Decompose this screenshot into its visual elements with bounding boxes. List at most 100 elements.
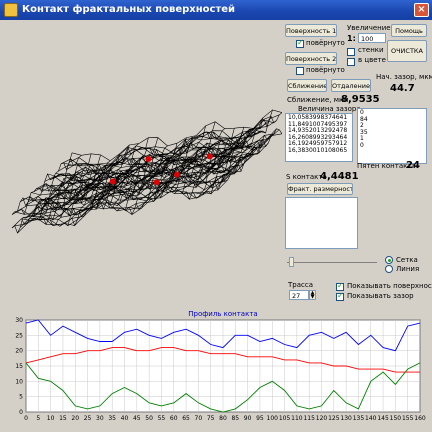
x-tick-label: 160 [414,415,426,422]
list-item: 84 [360,115,368,123]
zoom-prefix: 1: [347,34,356,43]
x-tick-label: 60 [170,415,178,422]
chart-svg: Профиль контакта0 5 10 15 20 25 30 35 40 45 50 55 60… [15,310,426,422]
x-tick-label: 55 [158,415,166,422]
x-tick-label: 65 [182,415,190,422]
y-tick-label: 0 [19,409,23,416]
x-tick-label: 115 [303,415,315,422]
show-gap-checkbox[interactable] [336,291,344,301]
x-tick-label: 135 [353,415,365,422]
title-bar: Контакт фрактальных поверхностей × [0,0,432,20]
mesh-line [107,145,168,206]
x-tick-label: 80 [219,415,227,422]
list-item: 0 [360,141,364,149]
clear-button[interactable]: ОЧИСТКА [387,40,427,62]
fractal-dimension-button[interactable]: Фракт. размерность [287,183,353,195]
x-tick-label: 110 [291,415,303,422]
x-tick-label: 125 [328,415,340,422]
x-tick-label: 70 [195,415,203,422]
line-radio[interactable] [385,265,393,273]
x-tick-label: 35 [108,415,116,422]
close-button[interactable]: × [414,3,429,17]
y-tick-label: 20 [15,348,23,355]
walls-checkbox[interactable] [347,48,355,56]
show-surfaces-label: Показывать поверхности [347,282,432,290]
x-tick-label: 20 [71,415,79,422]
x-tick-label: 85 [231,415,239,422]
surface1-rotated-label: повёрнуто [306,39,345,47]
zoom-input[interactable]: 100 [358,33,386,43]
s-contact-value: 4,4481 [320,171,359,182]
color-checkbox[interactable] [347,58,355,66]
line-radio-label: Линия [396,265,420,273]
grid-radio[interactable] [385,256,393,264]
gap-header: Величина зазора [298,105,361,113]
x-tick-label: 15 [59,415,67,422]
show-gap-label: Показывать зазор [347,292,414,300]
x-tick-label: 5 [36,415,40,422]
contact-spot [109,178,116,185]
x-tick-label: 75 [207,415,215,422]
trace-spinner[interactable]: ▲ ▼ [309,290,316,300]
spots-listbox[interactable]: 0 84 2 35 1 0 [357,108,427,164]
walls-label: стенки [358,46,384,54]
surface1-button[interactable]: Поверхность 1 [285,24,337,37]
approach-button[interactable]: Сближение [287,79,327,92]
mesh-line [17,179,228,234]
x-tick-label: 95 [256,415,264,422]
initial-gap-value: 44.7 [390,83,415,94]
window-title: Контакт фрактальных поверхностей [22,4,236,15]
list-item: 1 [360,135,364,143]
x-tick-label: 45 [133,415,141,422]
app-icon [4,3,18,17]
list-item: 2 [360,122,364,130]
x-tick-label: 10 [47,415,55,422]
surface2-rotated-checkbox[interactable] [296,67,304,75]
list-item: 35 [360,128,368,136]
spots-count: 24 [406,160,420,171]
trace-input[interactable]: 27 [289,290,309,300]
chart-title: Профиль контакта [188,310,257,318]
slider-track[interactable] [287,262,377,263]
surface-mesh [11,109,283,234]
show-surfaces-checkbox[interactable] [336,281,344,291]
trace-label: Трасса [288,281,313,289]
y-tick-label: 10 [15,378,23,385]
x-tick-label: 155 [402,415,414,422]
initial-gap-label: Нач. зазор, мкм [376,73,432,81]
y-tick-label: 15 [15,363,23,370]
x-tick-label: 130 [340,415,352,422]
list-item: 16,3830010108065 [288,146,348,154]
fractal-output-box[interactable] [285,197,358,249]
contact-spot [206,153,213,160]
surface-3d-view[interactable] [2,22,283,302]
x-tick-label: 0 [24,415,28,422]
x-tick-label: 140 [365,415,377,422]
approach-label: Сближение, мкм [287,96,349,104]
x-tick-label: 50 [145,415,153,422]
x-tick-label: 30 [96,415,104,422]
y-tick-label: 30 [15,317,23,324]
contact-spot [145,156,152,163]
zoom-label: Увеличение [347,24,391,32]
contact-spot [153,179,160,186]
help-button[interactable]: Помощь [391,24,427,37]
slider-thumb[interactable] [289,257,294,267]
y-tick-label: 25 [15,332,23,339]
x-tick-label: 150 [390,415,402,422]
y-tick-label: 5 [19,394,23,401]
x-tick-label: 145 [377,415,389,422]
color-label: в цвете [358,56,386,64]
x-tick-label: 105 [279,415,291,422]
x-tick-label: 40 [121,415,129,422]
surface2-rotated-label: повёрнуто [306,66,345,74]
separation-button[interactable]: Отдаление [331,79,371,92]
approach-value: 8,9535 [341,94,380,105]
x-tick-label: 120 [316,415,328,422]
x-tick-label: 90 [244,415,252,422]
x-tick-label: 100 [267,415,279,422]
surface2-button[interactable]: Поверхность 2 [285,52,337,65]
gap-listbox[interactable]: 10,0583998374641 11,8491007495397 14,935… [285,113,353,162]
surface1-rotated-checkbox[interactable] [296,38,304,48]
grid-radio-label: Сетка [396,256,418,264]
